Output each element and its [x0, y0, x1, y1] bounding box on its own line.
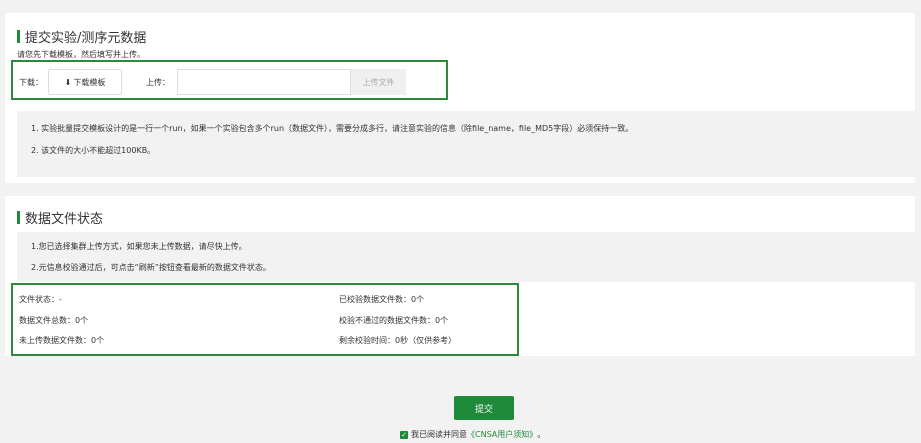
agree-suffix: 。	[537, 430, 546, 439]
status-title-text: 数据文件状态	[25, 212, 104, 227]
submit-button[interactable]: 提交	[454, 396, 514, 420]
upload-subtitle: 请您先下载模板，然后填写并上传。	[17, 50, 145, 59]
upload-notes: 1. 实验批量提交模板设计的是一行一个run，如果一个实验包含多个run（数据文…	[17, 111, 915, 177]
status-note-1: 1.您已选择集群上传方式，如果您未上传数据，请尽快上传。	[31, 242, 247, 251]
title-accent-bar	[17, 211, 20, 224]
agreement-row: ✓ 我已阅读并同意 《CNSA用户须知》 。	[400, 429, 545, 440]
agree-checkbox[interactable]: ✓	[400, 430, 408, 439]
download-upload-highlight	[11, 60, 448, 100]
user-agreement-link[interactable]: 《CNSA用户须知》	[467, 429, 537, 440]
upload-note-2: 2. 该文件的大小不能超过100KB。	[31, 146, 156, 155]
upload-note-1: 1. 实验批量提交模板设计的是一行一个run，如果一个实验包含多个run（数据文…	[31, 124, 634, 133]
title-accent-bar	[17, 30, 20, 43]
status-note-2: 2.元信息校验通过后，可点击“刷新”按钮查看最新的数据文件状态。	[31, 263, 271, 272]
upload-title-text: 提交实验/测序元数据	[25, 31, 147, 46]
upload-section-title: 提交实验/测序元数据	[17, 27, 146, 46]
status-highlight	[11, 283, 519, 356]
status-notes: 1.您已选择集群上传方式，如果您未上传数据，请尽快上传。 2.元信息校验通过后，…	[17, 232, 915, 282]
status-section-title: 数据文件状态	[17, 208, 103, 227]
agree-text: 我已阅读并同意	[411, 430, 467, 439]
